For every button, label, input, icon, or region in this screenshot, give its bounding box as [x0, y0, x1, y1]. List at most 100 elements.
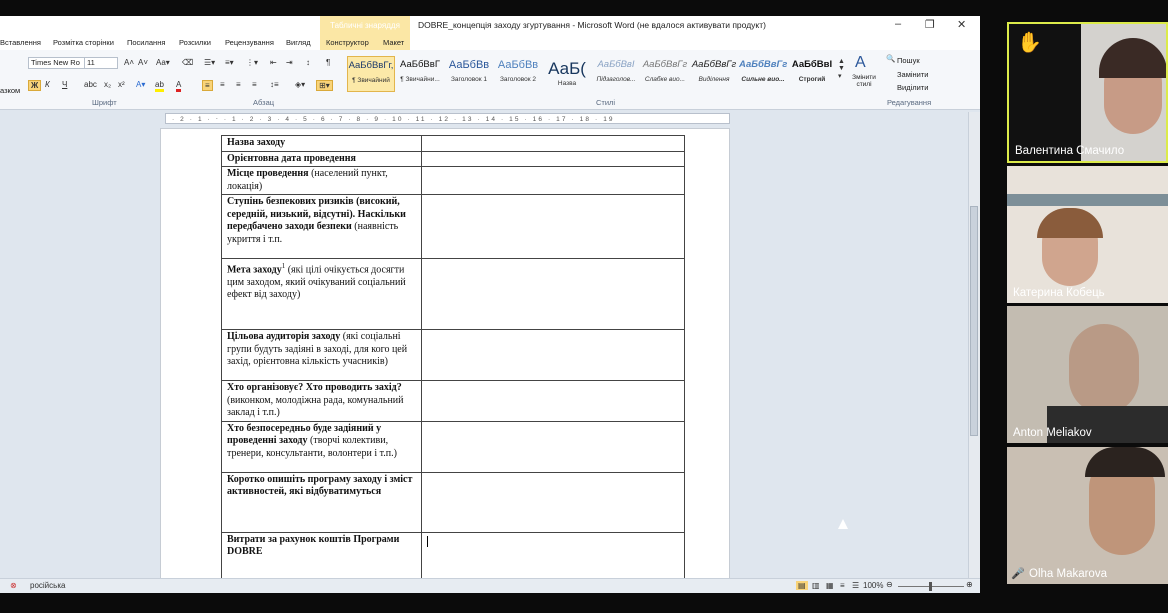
table-cell-value[interactable]	[421, 194, 685, 259]
sort-icon[interactable]: ↕	[306, 58, 310, 67]
paste-cut-label[interactable]: азком	[0, 86, 20, 95]
language-indicator[interactable]: російська	[30, 581, 65, 590]
zoom-level[interactable]: 100%	[863, 581, 883, 590]
style-subtitle[interactable]: АаБбВвІ Підзаголов...	[592, 56, 640, 92]
spellcheck-icon[interactable]: ⊗	[10, 581, 17, 590]
style-heading-2[interactable]: АаБбВв Заголовок 2	[494, 56, 542, 92]
align-left-button[interactable]: ≡	[202, 80, 213, 91]
styles-group-label: Стилі	[596, 98, 616, 107]
close-button[interactable]: ✕	[957, 18, 966, 31]
highlight-icon[interactable]: ab	[155, 80, 164, 92]
maximize-button[interactable]: ❐	[925, 18, 935, 31]
minimize-button[interactable]: –	[895, 18, 901, 30]
scrollbar-thumb[interactable]	[970, 206, 978, 436]
tab-mailings[interactable]: Розсилки	[179, 38, 211, 47]
shading-icon[interactable]: ◈▾	[295, 80, 305, 89]
table-row-label[interactable]: Мета заходу1 (які цілі очікується досягт…	[221, 258, 422, 330]
participant-video	[1069, 324, 1139, 414]
horizontal-ruler[interactable]: · 2 · 1 · ⋅ · 1 · 2 · 3 · 4 · 5 · 6 · 7 …	[165, 113, 730, 124]
numbering-icon[interactable]: ≡▾	[225, 58, 234, 67]
style-intense-emphasis[interactable]: АаБбВвГг Сильне вио...	[739, 56, 787, 92]
reading-view-icon[interactable]: ▥	[812, 581, 820, 590]
replace-button[interactable]: Замінити	[897, 70, 928, 79]
zoom-out-icon[interactable]: ⊖	[886, 580, 893, 589]
table-cell-value[interactable]	[421, 329, 685, 381]
styles-scroll-icon[interactable]: ▲ ▼ ▾	[838, 58, 845, 80]
style-heading-1[interactable]: АаБбВв Заголовок 1	[445, 56, 493, 92]
clear-format-icon[interactable]: ⌫	[182, 58, 193, 67]
print-layout-icon[interactable]: ▤	[796, 581, 808, 590]
italic-button[interactable]: К	[45, 80, 50, 89]
draft-view-icon[interactable]: ☰	[852, 581, 859, 590]
change-styles-icon[interactable]: A	[855, 54, 866, 72]
tab-review[interactable]: Рецензування	[225, 38, 274, 47]
participant-tile-anton[interactable]: Anton Meliakov	[1007, 306, 1168, 443]
borders-icon[interactable]: ⊞▾	[316, 80, 333, 91]
ribbon-tabs: Вставлення Розмітка сторінки Посилання Р…	[0, 36, 980, 50]
increase-indent-icon[interactable]: ⇥	[286, 58, 293, 67]
zoom-slider-thumb[interactable]	[929, 582, 932, 591]
bold-button[interactable]: Ж	[28, 80, 42, 91]
table-row-label[interactable]: Коротко опишіть програму заходу і зміст …	[221, 471, 422, 533]
justify-button[interactable]: ≡	[252, 80, 257, 89]
table-cell-value[interactable]	[421, 471, 685, 533]
style-strong[interactable]: АаБбВвІ Строгий	[788, 56, 836, 92]
table-row-label[interactable]: Ступінь безпекових ризиків (високий, сер…	[221, 194, 422, 259]
table-row-label[interactable]: Орієнтовна дата проведення	[221, 150, 422, 167]
table-cell-value[interactable]	[421, 166, 685, 195]
underline-button[interactable]: Ч	[62, 80, 67, 89]
select-button[interactable]: Виділити	[897, 83, 928, 92]
outline-view-icon[interactable]: ≡	[840, 581, 845, 590]
table-cell-value[interactable]	[421, 150, 685, 167]
table-cell-value[interactable]	[421, 258, 685, 330]
font-size-select[interactable]: 11	[84, 57, 118, 69]
show-formatting-icon[interactable]: ¶	[326, 58, 330, 67]
line-spacing-icon[interactable]: ↕≡	[270, 80, 279, 89]
zoom-in-icon[interactable]: ⊕	[966, 580, 973, 589]
tab-layout[interactable]: Макет	[383, 38, 404, 47]
table-cell-value[interactable]	[421, 380, 685, 422]
align-right-button[interactable]: ≡	[236, 80, 241, 89]
tab-insert[interactable]: Вставлення	[0, 38, 41, 47]
font-color-icon[interactable]: A	[176, 80, 182, 92]
table-cell-value[interactable]	[421, 531, 685, 585]
participant-tile-kateryna[interactable]: Катерина Кобець	[1007, 166, 1168, 303]
decrease-indent-icon[interactable]: ⇤	[270, 58, 277, 67]
table-cell-value[interactable]	[421, 135, 685, 152]
table-row-label[interactable]: Назва заходу	[221, 135, 422, 152]
style-normal[interactable]: АаБбВвГг, ¶ Звичайний	[347, 56, 395, 92]
multilevel-list-icon[interactable]: ⋮▾	[246, 58, 258, 67]
table-row-label[interactable]: Цільова аудиторія заходу (які соціальні …	[221, 329, 422, 381]
bullets-icon[interactable]: ☰▾	[204, 58, 215, 67]
document-page[interactable]: Назва заходу Орієнтовна дата проведення …	[160, 128, 730, 593]
table-cell-value[interactable]	[421, 420, 685, 473]
change-styles-button[interactable]: Змінити стилі	[850, 74, 878, 88]
superscript-button[interactable]: x²	[118, 80, 125, 89]
font-name-select[interactable]: Times New Ro	[28, 57, 88, 69]
participant-tile-olha[interactable]: 🎤 Olha Makarova	[1007, 447, 1168, 584]
table-row-label[interactable]: Місце проведення (населений пункт, локац…	[221, 166, 422, 195]
align-center-button[interactable]: ≡	[220, 80, 225, 89]
find-icon[interactable]: 🔍	[886, 54, 895, 63]
table-row-label[interactable]: Хто безпосередньо буде задіяний у провед…	[221, 420, 422, 473]
style-no-spacing[interactable]: АаБбВвГ ¶ Звичайни...	[396, 56, 444, 92]
table-row-label[interactable]: Хто організовує? Хто проводить захід? (в…	[221, 380, 422, 422]
ribbon: азком Times New Ro 11 A˄ A˅ Aa▾ ⌫ Ж К Ч …	[0, 50, 980, 110]
change-case-icon[interactable]: Aa▾	[156, 58, 170, 67]
participant-tile-valentyna[interactable]: ✋ Валентина Смачило	[1007, 22, 1168, 163]
style-emphasis[interactable]: АаБбВвГг Виділення	[690, 56, 738, 92]
tab-references[interactable]: Посилання	[127, 38, 165, 47]
shrink-font-icon[interactable]: A˅	[138, 58, 148, 67]
web-layout-icon[interactable]: ▦	[826, 581, 834, 590]
find-button[interactable]: Пошук	[897, 56, 920, 65]
tab-page-layout[interactable]: Розмітка сторінки	[53, 38, 114, 47]
subscript-button[interactable]: x₂	[104, 80, 111, 89]
grow-font-icon[interactable]: A˄	[124, 58, 134, 67]
style-subtle-emphasis[interactable]: АаБбВвГг Слабке вио...	[641, 56, 689, 92]
text-effects-icon[interactable]: A▾	[136, 80, 145, 89]
strikethrough-button[interactable]: abc	[84, 80, 97, 89]
table-row-label[interactable]: Витрати за рахунок коштів Програми DOBRE	[221, 531, 422, 585]
style-title[interactable]: АаБ(Назва	[543, 56, 591, 92]
tab-view[interactable]: Вигляд	[286, 38, 311, 47]
tab-design[interactable]: Конструктор	[326, 38, 369, 47]
